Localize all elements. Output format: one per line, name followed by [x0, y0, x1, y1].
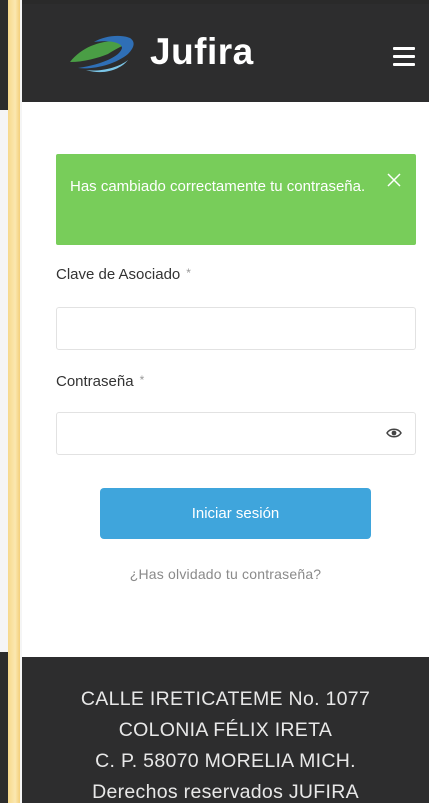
eye-icon[interactable] — [386, 427, 402, 439]
required-marker: * — [186, 266, 191, 280]
success-alert: Has cambiado correctamente tu contraseña… — [56, 154, 416, 245]
hamburger-menu-icon[interactable] — [393, 47, 415, 67]
hands-logo-icon — [70, 35, 134, 73]
password-label: Contraseña * — [56, 373, 145, 390]
username-label: Clave de Asociado * — [56, 266, 191, 283]
site-logo[interactable]: Jufira — [64, 24, 254, 80]
background-dark-block-lower — [0, 652, 8, 803]
site-header: Jufira — [22, 0, 429, 102]
forgot-password-link[interactable]: ¿Has olvidado tu contraseña? — [22, 566, 429, 582]
background-dark-block — [0, 0, 8, 110]
login-page: Jufira Has cambiado correctamente tu con… — [22, 0, 429, 803]
footer-address-line: COLONIA FÉLIX IRETA — [118, 719, 333, 741]
footer-address-line: C. P. 58070 MORELIA MICH. — [95, 750, 356, 772]
login-button[interactable]: Iniciar sesión — [100, 488, 371, 539]
background-yellow-bar — [8, 0, 20, 803]
background-app-strip — [0, 0, 22, 803]
brand-name: Jufira — [150, 31, 254, 72]
alert-message: Has cambiado correctamente tu contraseña… — [70, 178, 366, 195]
required-marker: * — [139, 373, 145, 387]
site-footer: CALLE IRETICATEME No. 1077 COLONIA FÉLIX… — [22, 657, 429, 803]
close-icon[interactable] — [386, 172, 402, 188]
password-input[interactable] — [56, 412, 416, 455]
footer-copyright: Derechos reservados JUFIRA — [92, 781, 359, 803]
username-input[interactable] — [56, 307, 416, 350]
footer-address-line: CALLE IRETICATEME No. 1077 — [80, 688, 371, 710]
